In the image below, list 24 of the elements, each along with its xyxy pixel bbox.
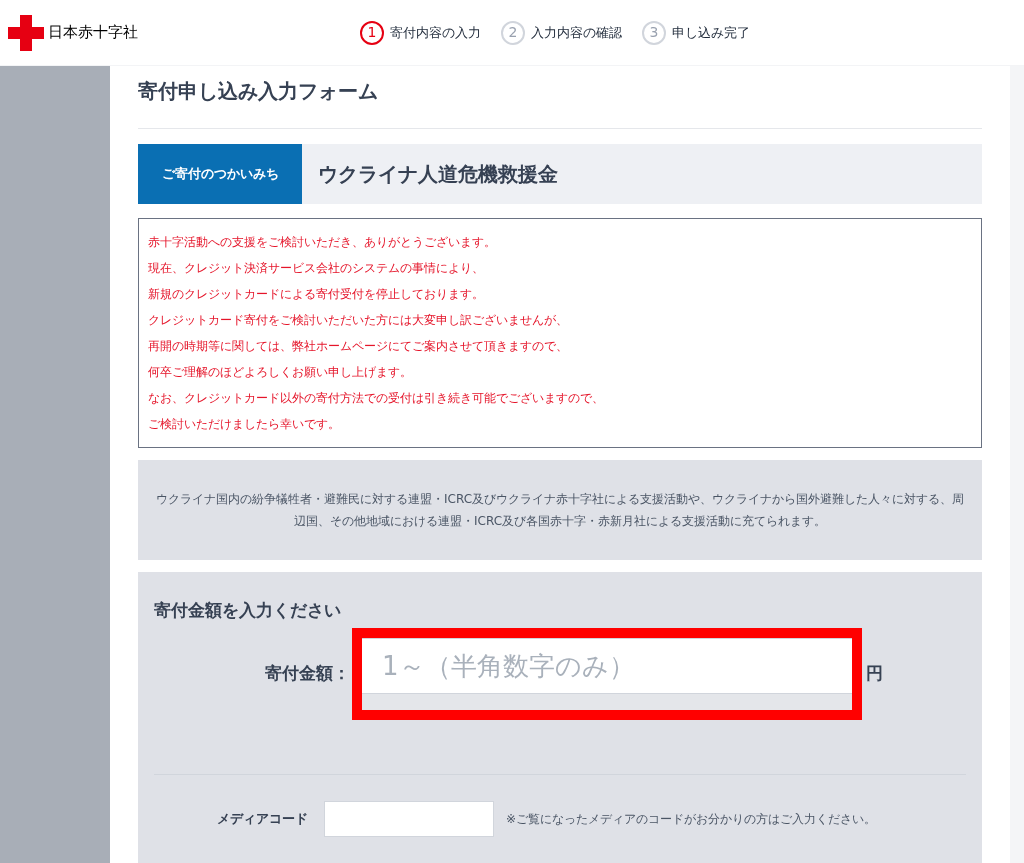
step-indicator: 3 申し込み完了 <box>642 20 750 45</box>
logo-text: 日本赤十字社 <box>48 22 138 44</box>
notice-text: 現在、クレジット決済サービス会社のシステムの事情により、 <box>148 260 485 277</box>
notice-text: 新規のクレジットカードによる寄付受付を停止しております。 <box>148 286 485 303</box>
media-code-note: ※ご覧になったメディアのコードがお分かりの方はご入力ください。 <box>506 810 877 828</box>
step-indicator: 1 寄付内容の入力 <box>360 20 481 45</box>
step-indicator: 2 入力内容の確認 <box>501 20 622 45</box>
notice-text: なお、クレジットカード以外の寄付方法での受付は引き続き可能でございますので、 <box>148 390 605 407</box>
purpose-label: ご寄付のつかいみち <box>138 144 302 204</box>
yen-unit: 円 <box>866 661 883 685</box>
notice-text: クレジットカード寄付をご検討いただいた方には大変申し訳ございませんが、 <box>148 312 569 329</box>
amount-label: 寄付金額： <box>264 661 351 685</box>
amount-heading: 寄付金額を入力ください <box>154 599 342 622</box>
description-text: ウクライナ国内の紛争犠牲者・避難民に対する連盟・ICRC及びウクライナ赤十字社による支援活動や、ウクライナから国外避難した人々に対する、周辺国、その他地域における連盟・ICRC及び各国赤十字・赤新月社による支援活動に充てられます。 <box>154 491 965 530</box>
amount-field[interactable]: 1～（半角数字のみ） <box>352 627 862 720</box>
form-title: 寄付申し込み入力フォーム <box>138 76 982 129</box>
media-code-field[interactable] <box>324 800 494 837</box>
purpose-value: ウクライナ人道危機救援金 <box>317 161 558 188</box>
notice-text: 再開の時期等に関しては、弊社ホームページにてご案内させて頂きますので、 <box>148 338 569 355</box>
notice-text: 何卒ご理解のほどよろしくお願い申し上げます。 <box>148 364 413 381</box>
notice-text: 赤十字活動への支援をご検討いただき、ありがとうございます。 <box>148 234 497 251</box>
notice-text: ご検討いただけましたら幸いです。 <box>148 416 341 433</box>
cross-logo-icon <box>8 14 44 51</box>
media-code-label: メディアコード <box>216 809 309 828</box>
